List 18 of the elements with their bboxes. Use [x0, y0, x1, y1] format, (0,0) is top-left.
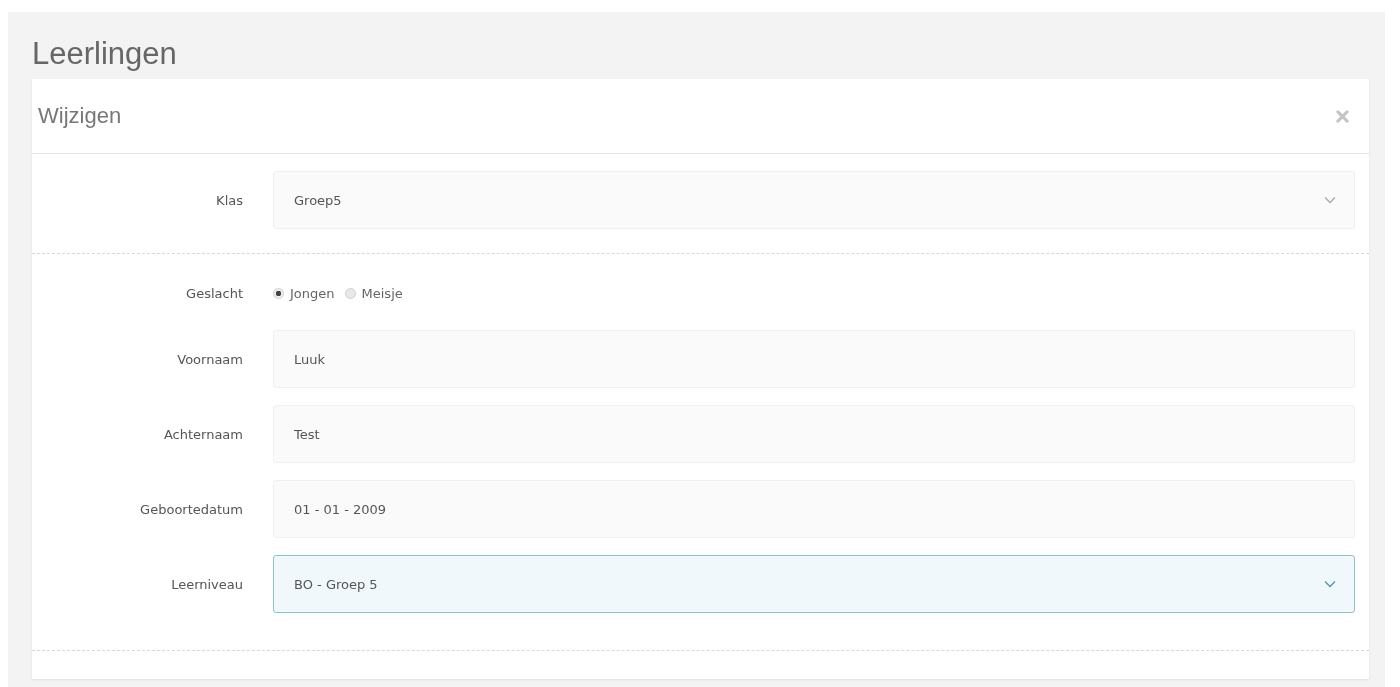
input-field[interactable]: Test [273, 405, 1355, 463]
field-label: Geslacht [185, 286, 244, 301]
select-field[interactable]: Groep5 [273, 171, 1355, 229]
field-label: Geboortedatum [139, 501, 244, 517]
chevron-down-icon [1324, 196, 1336, 204]
chevron-down-icon [1324, 580, 1336, 588]
field-label: Achternaam [162, 426, 244, 442]
radio-option[interactable]: Jongen [273, 286, 335, 301]
select-field[interactable]: BO - Groep 5 [273, 555, 1355, 613]
radio-option[interactable]: Meisje [344, 286, 403, 301]
page-title: Leerlingen [32, 35, 178, 73]
field-label: Voornaam [176, 351, 244, 367]
panel-title: Wijzigen [38, 103, 122, 129]
field-label: Klas [215, 192, 244, 208]
input-field[interactable]: 01 - 01 - 2009 [273, 480, 1355, 538]
input-field[interactable]: Luuk [273, 330, 1355, 388]
field-label: Leerniveau [170, 576, 244, 592]
close-icon[interactable] [1336, 109, 1349, 123]
